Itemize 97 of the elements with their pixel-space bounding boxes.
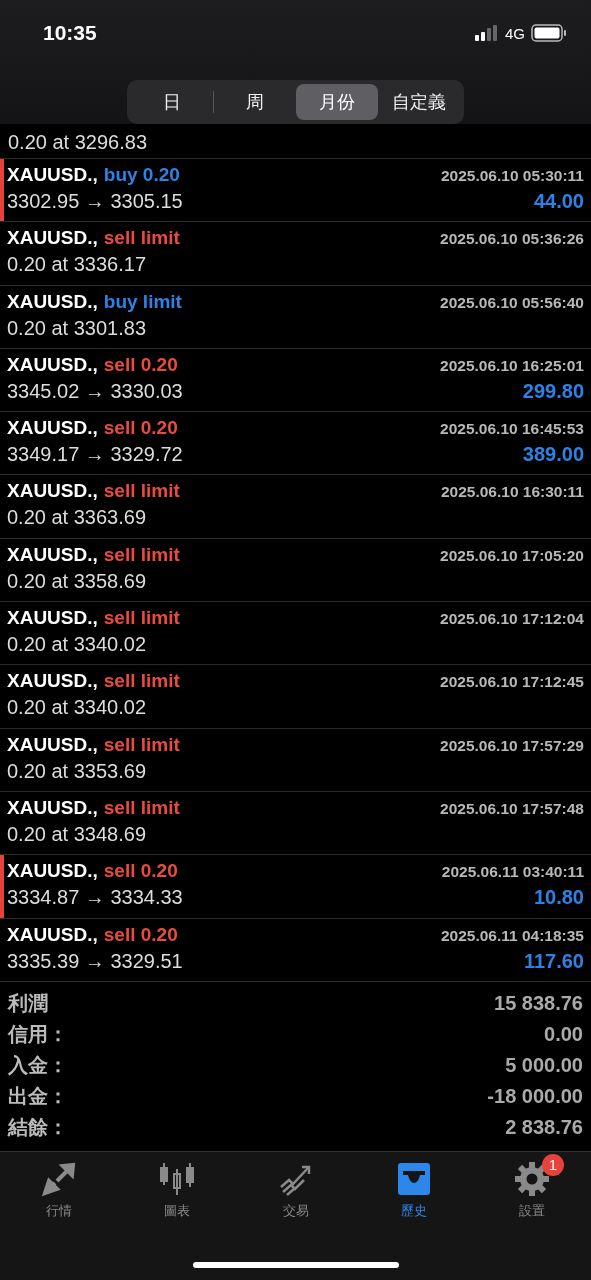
profit-value: 117.60 — [523, 949, 584, 973]
period-tab[interactable]: 日 — [131, 84, 213, 120]
period-tab[interactable]: 自定義 — [378, 84, 460, 120]
symbol: XAUUSD., — [7, 417, 98, 440]
tab-bar-item[interactable]: 交易 — [236, 1151, 355, 1220]
profit-value: 44.00 — [533, 190, 584, 213]
timestamp: 2025.06.10 17:57:29 — [440, 736, 584, 755]
history-row[interactable]: XAUUSD., sell limit 2025.06.10 17:57:29 0.20 at 3353.69 — [0, 728, 591, 792]
network-label: 4G — [505, 24, 525, 42]
symbol: XAUUSD., — [7, 670, 98, 693]
summary-label: 入金： — [8, 1052, 68, 1078]
order-detail: 0.20 at 3336.17 — [7, 253, 146, 277]
battery-icon — [531, 24, 567, 42]
period-tab[interactable]: 月份 — [296, 84, 378, 120]
order-detail: 0.20 at 3348.69 — [7, 822, 146, 846]
period-tab[interactable]: 周 — [214, 84, 296, 120]
history-row[interactable]: XAUUSD., sell 0.20 2025.06.10 16:25:01 3345.02 → 3330.03 299.80 — [0, 348, 591, 413]
order-type: sell limit — [103, 227, 180, 250]
order-type: sell 0.20 — [103, 860, 178, 883]
order-type: sell limit — [103, 543, 180, 566]
order-detail: 0.20 at 3340.02 — [7, 696, 146, 720]
order-detail: 3302.95 → 3305.15 — [7, 190, 183, 213]
notification-badge: 1 — [541, 1153, 564, 1176]
history-row[interactable]: XAUUSD., buy 0.20 2025.06.10 05:30:11 3302.95 → 3305.15 44.00 — [0, 159, 591, 223]
symbol: XAUUSD., — [7, 227, 98, 250]
symbol: XAUUSD., — [7, 607, 98, 630]
profit-value: 389.00 — [522, 443, 584, 467]
tab-bar-item[interactable]: 圖表 — [118, 1151, 237, 1220]
profit-value: 299.80 — [522, 379, 584, 403]
order-detail: 0.20 at 3301.83 — [7, 316, 146, 340]
order-detail: 3335.39 → 3329.51 — [7, 949, 183, 973]
tab-bar-item[interactable]: 行情 — [0, 1151, 119, 1220]
timestamp: 2025.06.10 16:30:11 — [440, 483, 584, 502]
order-detail: 3345.02 → 3330.03 — [7, 379, 183, 403]
order-detail: 0.20 at 3358.69 — [7, 569, 146, 593]
symbol: XAUUSD., — [7, 923, 98, 946]
order-detail: 3349.17 → 3329.72 — [7, 443, 183, 467]
order-type: buy 0.20 — [103, 164, 180, 186]
order-type: sell 0.20 — [103, 923, 178, 946]
symbol: XAUUSD., — [7, 733, 98, 756]
symbol: XAUUSD., — [7, 164, 98, 186]
order-type: buy limit — [103, 290, 182, 313]
candlestick-icon — [158, 1160, 197, 1197]
timestamp: 2025.06.10 17:05:20 — [440, 546, 584, 565]
tab-bar-item[interactable]: 歷史 — [354, 1151, 473, 1220]
timestamp: 2025.06.11 04:18:35 — [440, 926, 584, 945]
symbol: XAUUSD., — [7, 290, 98, 313]
timestamp: 2025.06.10 05:30:11 — [440, 167, 584, 185]
symbol: XAUUSD., — [7, 353, 98, 376]
history-row[interactable]: XAUUSD., buy limit 2025.06.10 05:56:40 0.20 at 3301.83 — [0, 285, 591, 349]
order-detail: 0.20 at 3296.83 — [8, 131, 147, 154]
history-row[interactable]: XAUUSD., sell limit 2025.06.10 16:30:11 0.20 at 3363.69 — [0, 475, 591, 539]
profit-value: 10.80 — [533, 886, 584, 910]
summary-label: 信用： — [8, 1021, 68, 1047]
order-type: sell limit — [103, 733, 180, 756]
history-row[interactable]: XAUUSD., sell limit 2025.06.10 17:57:48 0.20 at 3348.69 — [0, 791, 591, 856]
order-detail: 0.20 at 3353.69 — [7, 759, 146, 783]
order-type: sell limit — [103, 670, 180, 693]
tab-bar-item[interactable]: 1 設置 — [472, 1151, 591, 1220]
timestamp: 2025.06.10 17:57:48 — [440, 799, 584, 818]
status-time: 10:35 — [43, 21, 97, 45]
order-type: sell limit — [103, 796, 180, 819]
history-row[interactable]: XAUUSD., sell 0.20 2025.06.11 04:18:35 3335.39 → 3329.51 117.60 — [0, 918, 591, 982]
timestamp: 2025.06.10 17:12:45 — [440, 673, 584, 692]
symbol: XAUUSD., — [7, 480, 98, 503]
history-row[interactable]: XAUUSD., sell 0.20 2025.06.11 03:40:11 3334.87 → 3334.33 10.80 — [0, 855, 591, 919]
order-type: sell limit — [103, 607, 180, 630]
timestamp: 2025.06.10 17:12:04 — [440, 610, 584, 629]
symbol: XAUUSD., — [7, 860, 98, 883]
summary-label: 出金： — [8, 1083, 68, 1109]
summary-value: 2 838.76 — [505, 1115, 583, 1139]
order-type: sell 0.20 — [103, 353, 178, 376]
timestamp: 2025.06.10 16:45:53 — [440, 420, 584, 439]
symbol: XAUUSD., — [7, 796, 98, 819]
summary-value: 0.00 — [544, 1022, 583, 1046]
timestamp: 2025.06.11 03:40:11 — [441, 863, 584, 882]
summary-value: 15 838.76 — [494, 991, 583, 1015]
order-detail: 0.20 at 3363.69 — [7, 506, 146, 530]
history-row[interactable]: XAUUSD., sell limit 2025.06.10 17:05:20 0.20 at 3358.69 — [0, 538, 591, 603]
history-row[interactable]: XAUUSD., sell limit 2025.06.10 05:36:26 0.20 at 3336.17 — [0, 222, 591, 286]
signal-icon — [475, 25, 499, 41]
order-detail: 0.20 at 3340.02 — [7, 633, 146, 657]
summary-label: 利潤 — [8, 990, 48, 1016]
summary-value: 5 000.00 — [505, 1053, 583, 1077]
history-row[interactable]: XAUUSD., sell 0.20 2025.06.10 16:45:53 3349.17 → 3329.72 389.00 — [0, 412, 591, 476]
timestamp: 2025.06.10 05:56:40 — [440, 293, 584, 312]
summary-label: 結餘： — [8, 1114, 68, 1140]
symbol: XAUUSD., — [7, 543, 98, 566]
timestamp: 2025.06.10 16:25:01 — [440, 356, 584, 375]
timestamp: 2025.06.10 05:36:26 — [440, 230, 584, 249]
order-type: sell 0.20 — [103, 417, 178, 440]
history-row[interactable]: XAUUSD., sell limit 2025.06.10 17:12:45 0.20 at 3340.02 — [0, 665, 591, 729]
order-detail: 3334.87 → 3334.33 — [7, 886, 183, 910]
settings-icon — [513, 1160, 550, 1197]
summary-value: -18 000.00 — [487, 1084, 583, 1108]
history-row[interactable]: XAUUSD., sell limit 2025.06.10 17:12:04 0.20 at 3340.02 — [0, 602, 591, 666]
order-type: sell limit — [103, 480, 180, 503]
